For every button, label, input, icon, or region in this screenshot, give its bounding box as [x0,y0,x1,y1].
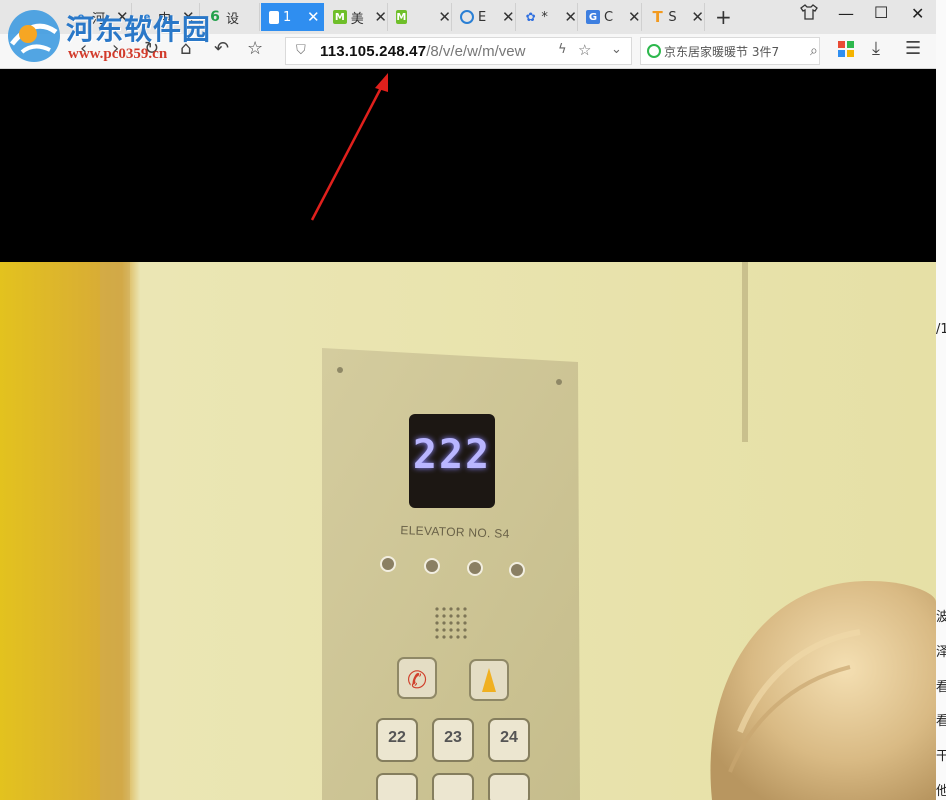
tab-title: S [668,9,677,25]
lightning-icon[interactable]: ϟ [558,42,567,57]
edge-text: 看 [936,680,946,695]
floor-button-22[interactable]: 22 [377,729,417,747]
close-icon[interactable]: ✕ [374,8,387,26]
minimize-icon[interactable]: — [838,4,854,23]
site-logo-icon [8,10,60,62]
edge-text: 泽 [936,645,946,660]
close-icon[interactable]: ✕ [564,8,577,26]
url-path: /8/v/e/w/m/vew [426,42,526,60]
svg-text:✆: ✆ [407,666,427,694]
globe-icon [460,10,474,24]
tab-5[interactable]: M 美 ✕ [325,3,388,31]
watermark-site-url: www.pc0359.cn [68,46,168,62]
bookmark-star-icon[interactable]: ☆ [578,41,591,59]
tab-10[interactable]: T S ✕ [643,3,705,31]
download-icon[interactable]: ⤓ [872,38,880,59]
tab-title: E [478,9,487,25]
new-tab-plus-icon[interactable]: + [715,5,732,29]
tab-title: 美 [350,11,364,27]
url-host: 113.105.248.47 [320,42,427,60]
green-m-icon: M [333,10,347,24]
floor-button-23[interactable]: 23 [433,729,473,747]
annotation-arrow [310,73,388,221]
floor-display: 222 [412,432,492,478]
shield-icon: ⛉ [296,43,306,58]
green-m-icon: M [396,10,407,24]
watermark-site-name: 河东软件园 [66,13,212,46]
tab-title: * [541,9,548,25]
browser-window: e 河 ✕ e 中 ✕ 6 设 1 ✕ M 美 ✕ M ✕ E ✕ ✿ * ✕ … [0,0,936,69]
baidu-paw-icon: ✿ [525,10,536,24]
tab-title: C [604,9,614,25]
skin-shirt-icon[interactable] [800,4,818,24]
window-close-icon[interactable]: ✕ [911,4,924,23]
close-icon[interactable]: ✕ [502,8,515,26]
close-icon[interactable]: ✕ [628,8,641,26]
maximize-icon[interactable]: ☐ [874,3,888,22]
elevator-photo: ✆ 222 ELEVATOR NO. S4 22 23 24 [0,262,936,800]
tab-active[interactable]: 1 ✕ [261,3,324,31]
tab-title: 设 [226,11,240,27]
close-icon[interactable]: ✕ [691,8,704,26]
search-engine-icon [647,44,661,58]
edge-text: 波 [936,610,946,625]
search-icon[interactable]: ⌕ [810,43,818,59]
address-bar[interactable]: ⛉ 113.105.248.47 /8/v/e/w/m/vew ϟ ☆ ⌄ [285,37,632,65]
close-icon[interactable]: ✕ [438,8,451,26]
orange-t-icon: T [652,8,663,26]
search-input[interactable]: 京东居家暖暖节 3件7 [664,43,804,60]
tab-8[interactable]: ✿ * ✕ [516,3,578,31]
tab-9[interactable]: G C ✕ [578,3,642,31]
undo-close-icon[interactable]: ↶ [214,38,229,59]
tab-7[interactable]: E ✕ [452,3,516,31]
chevron-down-icon[interactable]: ⌄ [611,42,622,57]
apps-grid-icon[interactable] [838,41,854,57]
favorite-star-icon[interactable]: ☆ [247,38,263,59]
tab-6[interactable]: M ✕ [388,3,452,31]
edge-text: 他 [936,784,946,799]
translate-icon: G [586,10,600,24]
edge-text: /1 [936,322,946,337]
tab-title: 1 [283,9,292,25]
menu-icon[interactable]: ☰ [905,38,921,59]
close-icon[interactable]: ✕ [307,8,320,26]
search-box[interactable]: 京东居家暖暖节 3件7 ⌕ [640,37,820,65]
page-icon [269,10,279,24]
edge-text: 看 [936,714,946,729]
edge-text: 干 [936,749,946,764]
floor-button-24[interactable]: 24 [489,729,529,747]
